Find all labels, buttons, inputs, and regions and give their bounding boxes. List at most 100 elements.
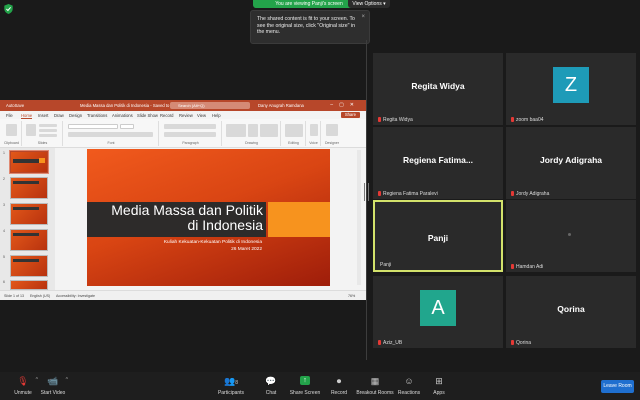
design-ideas-icon[interactable]	[326, 124, 338, 136]
view-options-button[interactable]: View Options ▾	[348, 0, 390, 8]
share-screen-icon: ↑	[300, 376, 310, 385]
participant-label: Hamdan Adi	[511, 264, 543, 270]
slide-thumbnails-pane: 1 2 3 4 5 6	[0, 148, 55, 290]
participant-label: Qorina	[511, 340, 531, 346]
font-family-select[interactable]	[68, 124, 118, 129]
zoom-meeting-window: You are viewing Panji's screen View Opti…	[0, 0, 640, 400]
thumb-number: 3	[3, 203, 5, 207]
slide-thumbnail[interactable]	[10, 177, 48, 199]
dictate-icon[interactable]	[310, 124, 318, 136]
ppt-status-bar: Slide 1 of 13 English (US) Accessibility…	[0, 290, 366, 300]
shared-screen: AutoSave Media Massa dan Politik di Indo…	[0, 100, 366, 300]
section-button[interactable]	[39, 134, 57, 137]
leave-room-button[interactable]: Leave Room	[601, 380, 634, 393]
font-size-select[interactable]	[120, 124, 134, 129]
ppt-search-box[interactable]: Search (Alt+Q)	[170, 102, 250, 109]
participant-tile[interactable]: Regiena Fatima... Regiena Fatima Paralev…	[373, 127, 503, 199]
slide-thumbnail[interactable]	[10, 255, 48, 277]
ribbon-group-editing: Editing	[282, 121, 306, 146]
muted-mic-icon	[511, 117, 514, 122]
reset-button[interactable]	[39, 129, 57, 132]
participant-label: Aziz_UB	[378, 340, 402, 346]
tab-insert[interactable]: Insert	[38, 113, 48, 118]
find-replace-buttons[interactable]	[285, 124, 303, 137]
participant-tile[interactable]: Hamdan Adi	[506, 200, 636, 272]
muted-mic-icon	[378, 191, 381, 196]
participant-tile[interactable]: Z zoom baa04	[506, 53, 636, 125]
participant-label: zoom baa04	[511, 117, 544, 123]
fit-screen-tooltip: The shared content is fit to your screen…	[250, 10, 370, 44]
participant-tile[interactable]: Qorina Qorina	[506, 276, 636, 348]
autosave-toggle[interactable]: AutoSave	[6, 103, 24, 108]
arrange-button[interactable]	[248, 124, 258, 137]
group-label: Voice	[309, 141, 318, 145]
slide-thumbnail[interactable]	[10, 203, 48, 225]
shapes-gallery[interactable]	[226, 124, 246, 137]
tab-slide-show[interactable]: Slide Show	[137, 113, 158, 118]
tab-help[interactable]: Help	[212, 113, 221, 118]
ppt-share-button[interactable]: Share	[340, 112, 360, 118]
slide-canvas[interactable]: Media Massa dan Politik di Indonesia Kul…	[87, 149, 330, 286]
apps-button[interactable]: ⊞ Apps	[416, 375, 462, 396]
align-buttons[interactable]	[164, 132, 216, 137]
slide-title: Media Massa dan Politik di Indonesia	[111, 202, 263, 233]
participant-label: Regita Widya	[378, 117, 413, 123]
muted-mic-icon	[511, 264, 514, 269]
ribbon-group-clipboard: Clipboard	[2, 121, 22, 146]
layout-button[interactable]	[39, 124, 57, 127]
slide-thumbnail[interactable]	[10, 280, 48, 290]
security-shield-icon[interactable]	[4, 4, 13, 14]
language-indicator: English (US)	[30, 294, 51, 298]
group-label: Editing	[288, 141, 299, 145]
muted-mic-icon	[511, 191, 514, 196]
participant-tile[interactable]: Jordy Adigraha Jordy Adigraha	[506, 127, 636, 199]
slide-date: 26 Maret 2022	[231, 247, 262, 252]
tab-transitions[interactable]: Transitions	[87, 113, 107, 118]
active-speaker-tile[interactable]: Panji Panji	[373, 200, 503, 272]
participant-label: Jordy Adigraha	[511, 191, 549, 197]
participant-tile[interactable]: Regita Widya Regita Widya	[373, 53, 503, 125]
ribbon-group-slides: Slides	[23, 121, 63, 146]
tab-view[interactable]: View	[197, 113, 206, 118]
participant-tile[interactable]: A Aziz_UB	[373, 276, 503, 348]
accessibility-status[interactable]: Accessibility: Investigate	[56, 294, 95, 298]
tab-draw[interactable]: Draw	[54, 113, 64, 118]
window-controls[interactable]: –▢✕	[330, 102, 360, 108]
participant-display-name: Jordy Adigraha	[539, 155, 603, 165]
thumb-number: 4	[3, 229, 5, 233]
start-video-button[interactable]: 📹 Start Video ^	[30, 375, 76, 396]
participant-label: Panji	[380, 262, 392, 268]
tab-file[interactable]: File	[6, 113, 13, 118]
muted-mic-icon	[378, 117, 381, 122]
ppt-ribbon-tabs: File Home Insert Draw Design Transitions…	[0, 111, 366, 119]
new-slide-icon[interactable]	[26, 124, 36, 136]
tooltip-close-button[interactable]: ×	[361, 14, 365, 21]
slide-thumbnail[interactable]	[9, 150, 49, 174]
muted-mic-icon	[378, 340, 381, 345]
thumb-number: 1	[3, 151, 5, 155]
tab-animations[interactable]: Animations	[112, 113, 133, 118]
vertical-scrollbar[interactable]	[357, 150, 361, 285]
tab-review[interactable]: Review	[179, 113, 193, 118]
paste-icon[interactable]	[6, 124, 17, 136]
chevron-up-icon[interactable]: ^	[66, 377, 68, 383]
font-format-buttons[interactable]	[68, 132, 153, 137]
group-label: Font	[107, 141, 115, 145]
tooltip-text: The shared content is fit to your screen…	[257, 16, 355, 35]
thumb-number: 2	[3, 177, 5, 181]
thumb-number: 5	[3, 255, 5, 259]
ppt-user-name: Dany Anugrah Ramdana	[258, 103, 304, 108]
split-drag-handle[interactable]	[364, 183, 369, 201]
group-label: Slides	[37, 141, 48, 145]
slide-counter: Slide 1 of 13	[4, 294, 24, 298]
slide-thumbnail[interactable]	[10, 229, 48, 251]
participant-display-name: Regita Widya	[411, 81, 465, 91]
tab-design[interactable]: Design	[69, 113, 82, 118]
participant-display-name: Regiena Fatima...	[403, 155, 473, 165]
ppt-title-bar: AutoSave Media Massa dan Politik di Indo…	[0, 100, 366, 111]
list-buttons[interactable]	[164, 124, 216, 129]
ribbon-group-drawing: Drawing	[223, 121, 281, 146]
zoom-level[interactable]: 76%	[348, 294, 355, 298]
quick-styles-button[interactable]	[260, 124, 278, 137]
tab-record[interactable]: Record	[160, 113, 174, 118]
